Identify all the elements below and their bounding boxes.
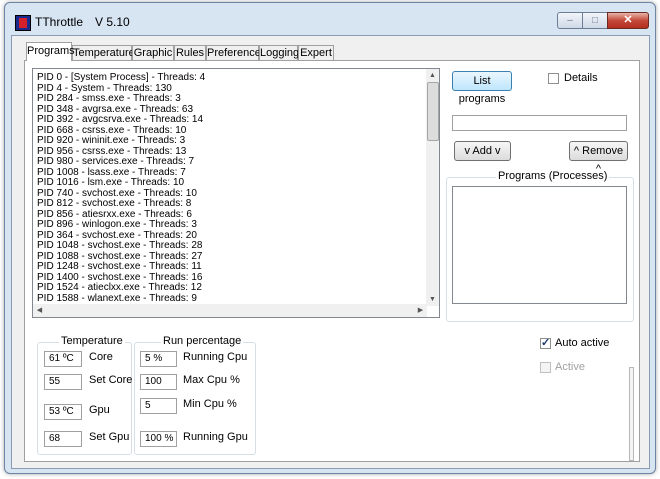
core-label: Core: [89, 351, 113, 363]
set-gpu-input[interactable]: 68: [44, 431, 82, 447]
running-gpu-label: Running Gpu: [183, 431, 248, 443]
app-title: TThrottle: [35, 15, 84, 29]
tab-temperature[interactable]: Temperature: [72, 45, 135, 60]
active-checkbox[interactable]: [540, 362, 551, 373]
app-window: TThrottle V 5.10 – □ ✕ Programs Temperat…: [4, 2, 656, 474]
scroll-thumb[interactable]: [427, 82, 439, 141]
horizontal-scrollbar[interactable]: ◀ ▶: [33, 304, 427, 317]
set-gpu-label: Set Gpu: [89, 431, 130, 443]
process-list-items: PID 0 - [System Process] - Threads: 4 PID…: [37, 72, 205, 305]
process-list-item[interactable]: PID 284 - smss.exe - Threads: 3: [37, 93, 205, 105]
running-cpu-label: Running Cpu: [183, 351, 248, 363]
core-temp-value: 61 ºC: [44, 351, 82, 367]
process-list-item[interactable]: PID 896 - winlogon.exe - Threads: 3: [37, 219, 205, 231]
programs-group-title: Programs (Processes): [496, 170, 610, 182]
run-percentage-group-title: Run percentage: [161, 335, 244, 347]
running-cpu-value: 5 %: [140, 351, 177, 367]
add-program-button[interactable]: v Add v: [454, 141, 511, 161]
min-cpu-label: Min Cpu %: [183, 398, 237, 410]
tab-preference[interactable]: Preference: [206, 45, 261, 60]
title-bar[interactable]: TThrottle V 5.10 – □ ✕: [5, 3, 655, 33]
details-label: Details: [564, 72, 598, 84]
maximize-icon: □: [591, 15, 599, 26]
tab-logging[interactable]: Logging: [259, 45, 299, 60]
minimize-icon: –: [567, 15, 573, 26]
tab-graphic[interactable]: Graphic: [132, 45, 174, 60]
details-checkbox[interactable]: [548, 73, 559, 84]
tab-expert[interactable]: Expert: [298, 45, 334, 60]
process-list-item[interactable]: PID 0 - [System Process] - Threads: 4: [37, 72, 205, 84]
gpu-label: Gpu: [89, 404, 110, 416]
cpu-load-bar: [629, 367, 634, 461]
process-list-item[interactable]: PID 1588 - wlanext.exe - Threads: 9: [37, 293, 205, 305]
process-list-item[interactable]: PID 1524 - atieclxx.exe - Threads: 12: [37, 282, 205, 294]
programs-tab-panel: PID 0 - [System Process] - Threads: 4 PID…: [24, 60, 640, 462]
app-version: V 5.10: [95, 15, 130, 29]
list-programs-button[interactable]: List programs: [452, 71, 512, 105]
max-cpu-label: Max Cpu %: [183, 374, 240, 386]
auto-active-label: Auto active: [555, 337, 610, 349]
close-button[interactable]: ✕: [607, 12, 649, 29]
running-gpu-value: 100 %: [140, 431, 177, 447]
process-list-item[interactable]: PID 1048 - svchost.exe - Threads: 28: [37, 240, 205, 252]
remove-program-button[interactable]: ^ Remove ^: [569, 141, 628, 175]
min-cpu-input[interactable]: 5: [140, 398, 177, 414]
process-list-item[interactable]: PID 1016 - lsm.exe - Threads: 10: [37, 177, 205, 189]
process-list-item[interactable]: PID 980 - services.exe - Threads: 7: [37, 156, 205, 168]
close-icon: ✕: [623, 14, 633, 26]
tab-rules[interactable]: Rules: [174, 45, 206, 60]
auto-active-checkbox[interactable]: [540, 336, 551, 349]
process-list-item[interactable]: PID 392 - avgcsrva.exe - Threads: 14: [37, 114, 205, 126]
client-area: Programs Temperature Graphic Rules Prefe…: [11, 35, 650, 469]
app-logo-icon: [15, 15, 31, 31]
process-list-item[interactable]: PID 920 - wininit.exe - Threads: 3: [37, 135, 205, 147]
tab-programs[interactable]: Programs: [26, 42, 75, 61]
gpu-temp-value: 53 ºC: [44, 404, 82, 420]
scroll-up-icon[interactable]: ▲: [426, 69, 439, 82]
active-label: Active: [555, 361, 585, 373]
maximize-button[interactable]: □: [582, 12, 608, 29]
vertical-scrollbar[interactable]: ▲ ▼: [426, 69, 439, 306]
process-list[interactable]: PID 0 - [System Process] - Threads: 4 PID…: [32, 68, 440, 318]
set-core-label: Set Core: [89, 374, 133, 386]
scroll-down-icon[interactable]: ▼: [426, 293, 439, 306]
minimize-button[interactable]: –: [557, 12, 583, 29]
max-cpu-input[interactable]: 100: [140, 374, 177, 390]
selected-programs-list[interactable]: [452, 186, 627, 304]
temperature-group-title: Temperature: [59, 335, 125, 347]
process-list-item[interactable]: PID 1248 - svchost.exe - Threads: 11: [37, 261, 205, 273]
scroll-right-icon[interactable]: ▶: [414, 304, 427, 317]
program-name-input[interactable]: [452, 115, 627, 131]
set-core-input[interactable]: 55: [44, 374, 82, 390]
process-list-item[interactable]: PID 812 - svchost.exe - Threads: 8: [37, 198, 205, 210]
scroll-left-icon[interactable]: ◀: [33, 304, 46, 317]
